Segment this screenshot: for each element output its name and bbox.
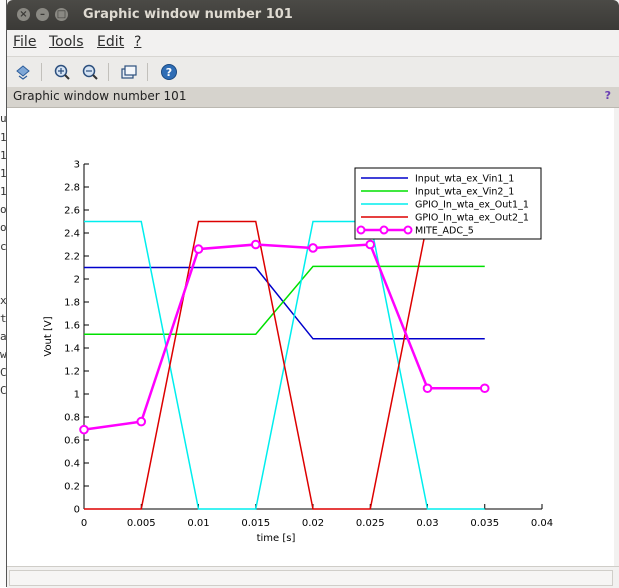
datatip-icon[interactable] bbox=[119, 62, 139, 82]
minimize-icon[interactable]: – bbox=[36, 8, 49, 21]
svg-text:?: ? bbox=[166, 66, 172, 79]
legend-marker bbox=[403, 225, 413, 235]
data-point bbox=[250, 239, 261, 250]
line-chart: 0 0.005 0.01 0.015 0.02 0.025 0.03 0.035 0.04 0 0.… bbox=[43, 160, 553, 545]
x-tick-label: 0.005 bbox=[127, 518, 156, 529]
figure-help-button[interactable]: ? bbox=[605, 89, 611, 102]
y-tick-label: 2.8 bbox=[64, 183, 80, 194]
menu-file[interactable]: File bbox=[13, 34, 36, 50]
legend-label: GPIO_In_wta_ex_Out1_1 bbox=[415, 200, 529, 211]
data-point bbox=[479, 383, 490, 394]
data-point bbox=[193, 244, 204, 254]
x-tick-label: 0.025 bbox=[356, 518, 385, 529]
legend-label: Input_wta_ex_Vin1_1 bbox=[415, 174, 514, 185]
series-line-1 bbox=[84, 265, 485, 335]
plot-canvas[interactable]: 0 0.005 0.01 0.015 0.02 0.025 0.03 0.035 0.04 0 0.… bbox=[7, 108, 614, 566]
data-point bbox=[308, 243, 318, 253]
x-tick-label: 0.04 bbox=[531, 518, 553, 529]
x-tick-label: 0.02 bbox=[302, 518, 324, 529]
x-tick-label: 0.01 bbox=[187, 518, 209, 529]
toolbar-separator bbox=[108, 63, 109, 81]
y-tick-label: 0.6 bbox=[64, 436, 80, 447]
data-point bbox=[79, 424, 89, 435]
legend-label: MITE_ADC_5 bbox=[415, 226, 474, 237]
series-line-0 bbox=[84, 266, 485, 340]
legend-label: GPIO_In_wta_ex_Out2_1 bbox=[415, 213, 529, 224]
x-tick-label: 0.015 bbox=[241, 518, 270, 529]
y-tick-label: 0.2 bbox=[64, 482, 80, 493]
legend-marker bbox=[379, 225, 389, 235]
status-field bbox=[9, 570, 613, 586]
toolbar-separator bbox=[147, 63, 148, 81]
figure-title: Graphic window number 101 bbox=[13, 89, 187, 103]
data-point bbox=[365, 239, 376, 250]
menu-edit[interactable]: Edit bbox=[97, 34, 124, 50]
graphic-window: × – □ Graphic window number 101 File Too… bbox=[6, 0, 619, 588]
y-tick-label: 2.4 bbox=[64, 229, 80, 240]
series-line-4 bbox=[83, 243, 485, 431]
x-tick-label: 0.03 bbox=[416, 518, 438, 529]
y-tick-label: 0.4 bbox=[64, 459, 80, 470]
y-tick-label: 2.2 bbox=[64, 252, 80, 263]
y-tick-label: 1 bbox=[74, 390, 80, 401]
zoom-out-icon[interactable] bbox=[80, 62, 100, 82]
figure-header: Graphic window number 101 ? bbox=[7, 87, 619, 108]
y-tick-label: 0 bbox=[74, 505, 80, 516]
zoom-in-icon[interactable] bbox=[52, 62, 72, 82]
legend-marker bbox=[356, 225, 366, 235]
menu-tools[interactable]: Tools bbox=[49, 34, 84, 50]
window-title: Graphic window number 101 bbox=[83, 7, 293, 22]
rotate-icon[interactable] bbox=[13, 62, 33, 82]
y-tick-label: 1.4 bbox=[64, 344, 80, 355]
y-tick-label: 0.8 bbox=[64, 413, 80, 424]
data-point bbox=[136, 416, 147, 427]
legend-label: Input_wta_ex_Vin2_1 bbox=[415, 187, 514, 198]
maximize-icon[interactable]: □ bbox=[55, 8, 68, 21]
menu-help[interactable]: ? bbox=[134, 34, 141, 50]
x-tick-label: 0.035 bbox=[470, 518, 499, 529]
y-tick-label: 2 bbox=[74, 275, 80, 286]
y-tick-label: 1.2 bbox=[64, 367, 80, 378]
x-axis-label: time [s] bbox=[257, 533, 296, 544]
y-tick-label: 2.6 bbox=[64, 206, 80, 217]
menubar: File Tools Edit ? bbox=[7, 30, 619, 54]
y-tick-label: 3 bbox=[74, 160, 80, 171]
help-icon[interactable]: ? bbox=[159, 62, 179, 82]
y-axis-label: Vout [V] bbox=[43, 316, 54, 356]
toolbar-separator bbox=[41, 63, 42, 81]
series-line-3 bbox=[84, 220, 429, 510]
status-bar bbox=[7, 566, 619, 588]
titlebar[interactable]: × – □ Graphic window number 101 bbox=[7, 0, 619, 30]
y-tick-label: 1.6 bbox=[64, 321, 80, 332]
data-point bbox=[422, 383, 433, 394]
y-tick-label: 1.8 bbox=[64, 298, 80, 309]
x-tick-label: 0 bbox=[81, 518, 87, 529]
toolbar: ? bbox=[7, 56, 619, 88]
close-icon[interactable]: × bbox=[17, 8, 30, 21]
